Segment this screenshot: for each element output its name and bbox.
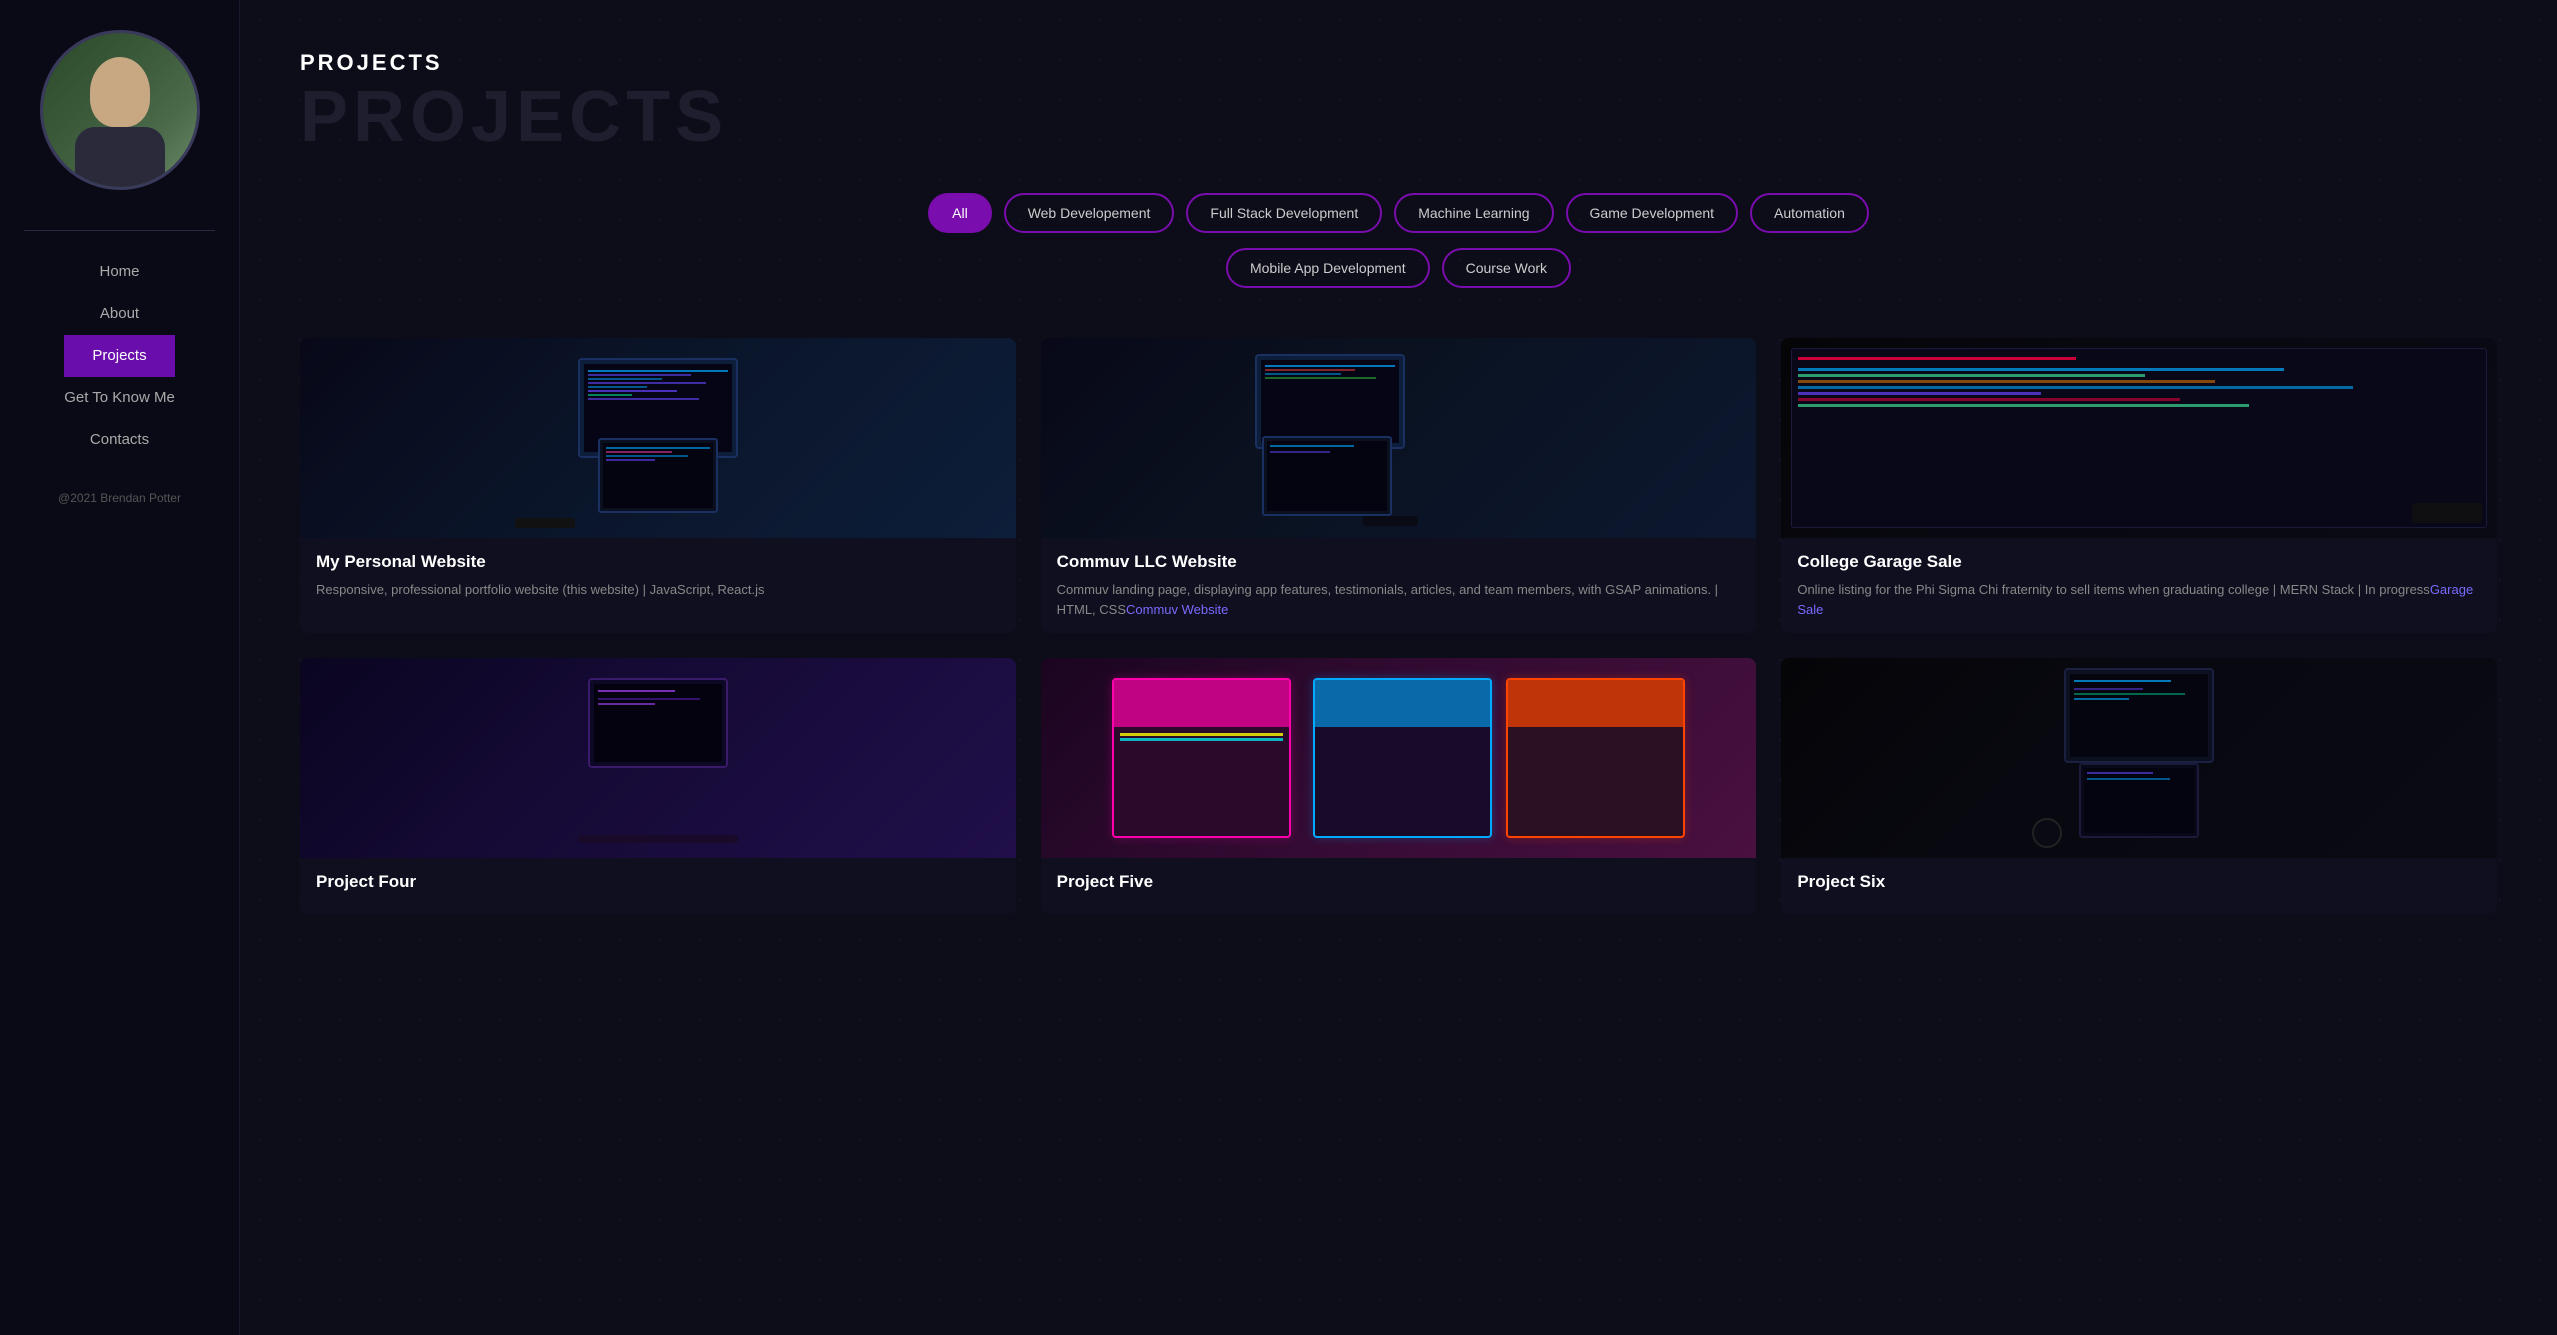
filter-row-2: Mobile App Development Course Work	[300, 248, 2497, 288]
sidebar: HomeAboutProjectsGet To Know MeContacts …	[0, 0, 240, 1335]
project-card[interactable]: Project Six	[1781, 658, 2497, 914]
sidebar-divider	[24, 230, 215, 231]
project-name: Commuv LLC Website	[1057, 552, 1741, 572]
project-name: Project Six	[1797, 872, 2481, 892]
project-card[interactable]: Project Four	[300, 658, 1016, 914]
project-desc: Online listing for the Phi Sigma Chi fra…	[1797, 580, 2481, 619]
sidebar-item-projects[interactable]: Projects	[64, 335, 175, 377]
projects-grid: My Personal Website Responsive, professio…	[300, 338, 2497, 914]
filter-btn-automation[interactable]: Automation	[1750, 193, 1869, 233]
project-name: My Personal Website	[316, 552, 1000, 572]
project-info: Project Six	[1781, 858, 2497, 914]
project-image-1	[1041, 338, 1757, 538]
sidebar-item-home[interactable]: Home	[64, 251, 175, 293]
project-link[interactable]: Garage Sale	[1797, 582, 2473, 617]
filter-btn-course-work[interactable]: Course Work	[1442, 248, 1571, 288]
project-desc: Commuv landing page, displaying app feat…	[1057, 580, 1741, 619]
main-content: PROJECTS PROJECTS All Web Developement Ful…	[240, 0, 2557, 1335]
project-image-3	[300, 658, 1016, 858]
filter-btn-game-development[interactable]: Game Development	[1566, 193, 1739, 233]
filter-row-1: All Web Developement Full Stack Developmen…	[300, 193, 2497, 233]
project-image-2	[1781, 338, 2497, 538]
project-card[interactable]: Commuv LLC Website Commuv landing page, d…	[1041, 338, 1757, 633]
project-name: College Garage Sale	[1797, 552, 2481, 572]
nav-link-about[interactable]: About	[100, 305, 139, 322]
sidebar-item-about[interactable]: About	[64, 293, 175, 335]
filter-btn-machine-learning[interactable]: Machine Learning	[1394, 193, 1553, 233]
page-title-large: PROJECTS	[300, 81, 2497, 153]
project-desc: Responsive, professional portfolio websi…	[316, 580, 1000, 600]
sidebar-footer: @2021 Brendan Potter	[58, 481, 181, 505]
project-card[interactable]: Project Five	[1041, 658, 1757, 914]
project-name: Project Four	[316, 872, 1000, 892]
project-card[interactable]: My Personal Website Responsive, professio…	[300, 338, 1016, 633]
project-link[interactable]: Commuv Website	[1126, 602, 1228, 617]
project-info: Project Four	[300, 858, 1016, 914]
project-card[interactable]: College Garage Sale Online listing for th…	[1781, 338, 2497, 633]
project-info: Project Five	[1041, 858, 1757, 914]
project-info: College Garage Sale Online listing for th…	[1781, 538, 2497, 633]
project-info: My Personal Website Responsive, professio…	[300, 538, 1016, 614]
sidebar-item-contacts[interactable]: Contacts	[64, 419, 175, 461]
nav-link-projects[interactable]: Projects	[92, 347, 146, 364]
filter-btn-full-stack-development[interactable]: Full Stack Development	[1186, 193, 1382, 233]
project-image-0	[300, 338, 1016, 538]
project-image-4	[1041, 658, 1757, 858]
sidebar-item-get-to-know-me[interactable]: Get To Know Me	[64, 377, 175, 419]
avatar	[40, 30, 200, 190]
project-name: Project Five	[1057, 872, 1741, 892]
project-info: Commuv LLC Website Commuv landing page, d…	[1041, 538, 1757, 633]
sidebar-nav: Home About Projects Get To Know Me Contacts	[64, 251, 175, 481]
filter-btn-web-developement[interactable]: Web Developement	[1004, 193, 1175, 233]
filter-btn-all[interactable]: All	[928, 193, 992, 233]
nav-link-get-to-know-me[interactable]: Get To Know Me	[64, 389, 175, 406]
nav-link-home[interactable]: Home	[99, 263, 139, 280]
filter-btn-mobile-app-development[interactable]: Mobile App Development	[1226, 248, 1430, 288]
nav-link-contacts[interactable]: Contacts	[90, 431, 149, 448]
page-title-small: PROJECTS	[300, 50, 2497, 76]
project-image-5	[1781, 658, 2497, 858]
